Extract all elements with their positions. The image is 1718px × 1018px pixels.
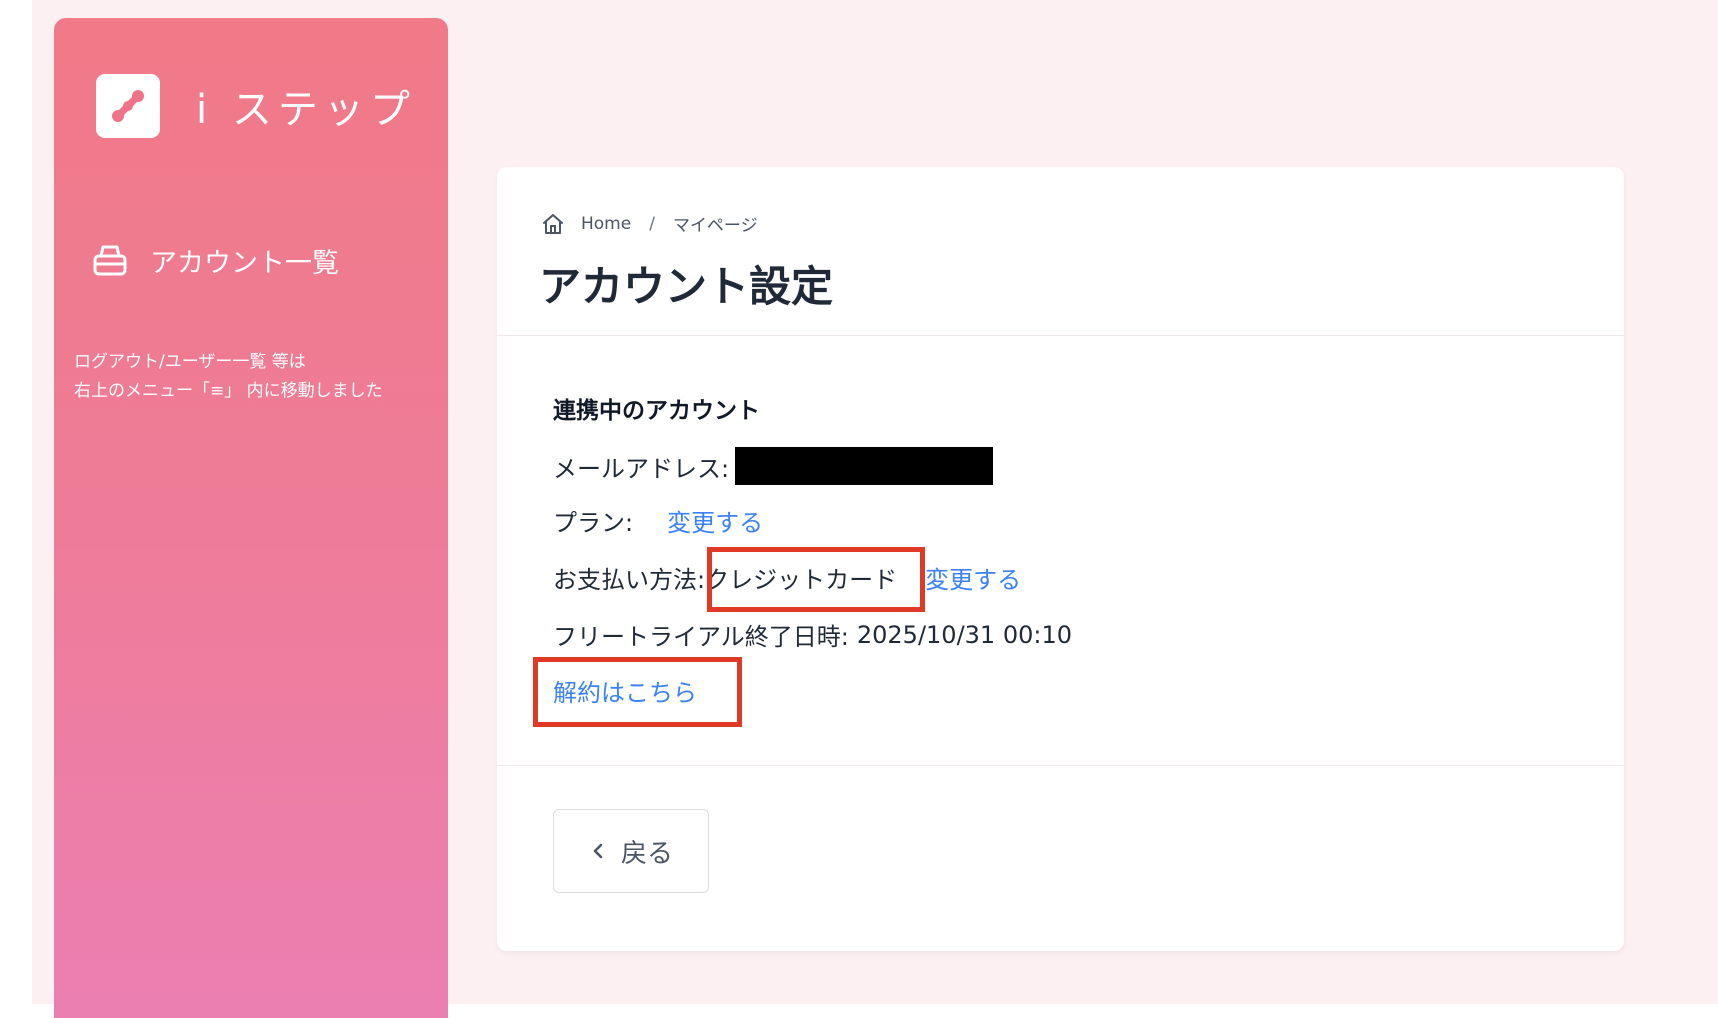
brand[interactable]: i ステップ: [96, 74, 416, 138]
sidebar: i ステップ アカウント一覧 ログアウト/ユーザー一覧 等は 右上のメニュー「≡…: [54, 18, 448, 1018]
trial-end-value: 2025/10/31 00:10: [856, 620, 1072, 649]
change-plan-link[interactable]: 変更する: [667, 503, 763, 538]
chevron-left-icon: [593, 843, 603, 859]
redacted-email: [735, 447, 994, 485]
payment-label: お支払い方法:: [553, 566, 706, 594]
account-settings-card: Home / マイページ アカウント設定 連携中のアカウント メールアドレス: …: [497, 167, 1624, 951]
notice-line: ログアウト/ユーザー一覧 等は: [74, 352, 306, 372]
home-icon[interactable]: [541, 212, 565, 236]
section-title: 連携中のアカウント: [553, 398, 760, 424]
breadcrumb: Home / マイページ: [541, 211, 758, 236]
trial-row: フリートライアル終了日時: 2025/10/31 00:10: [553, 617, 1072, 652]
brand-name: i ステップ: [196, 87, 416, 133]
back-button[interactable]: 戻る: [553, 809, 709, 893]
breadcrumb-separator: /: [649, 213, 655, 234]
email-label: メールアドレス:: [553, 454, 730, 483]
card-header: Home / マイページ アカウント設定: [497, 167, 1624, 336]
plan-row: プラン: 変更する: [553, 503, 763, 538]
payment-row: お支払い方法: クレジットカード 変更する: [553, 560, 1021, 595]
menu-moved-notice: ログアウト/ユーザー一覧 等は 右上のメニュー「≡」 内に移動しました: [74, 348, 383, 406]
plan-label: プラン:: [553, 509, 634, 537]
change-payment-link[interactable]: 変更する: [925, 560, 1021, 595]
breadcrumb-current: マイページ: [672, 216, 758, 236]
breadcrumb-home[interactable]: Home: [581, 214, 631, 234]
inbox-icon: [93, 245, 127, 276]
trial-label: フリートライアル終了日時:: [553, 623, 849, 651]
footer-divider: [497, 765, 1624, 766]
back-button-label: 戻る: [620, 838, 673, 869]
brand-logo-icon: [96, 74, 160, 138]
cancel-subscription-link[interactable]: 解約はこちら: [553, 673, 697, 708]
payment-method-value: クレジットカード: [705, 566, 898, 594]
email-row: メールアドレス:: [553, 447, 994, 485]
page-title: アカウント設定: [539, 262, 834, 311]
notice-line: 右上のメニュー「≡」 内に移動しました: [74, 381, 383, 401]
sidebar-item-account-list[interactable]: アカウント一覧: [90, 240, 339, 280]
sidebar-item-label: アカウント一覧: [150, 247, 339, 279]
cancel-row: 解約はこちら: [553, 673, 697, 708]
